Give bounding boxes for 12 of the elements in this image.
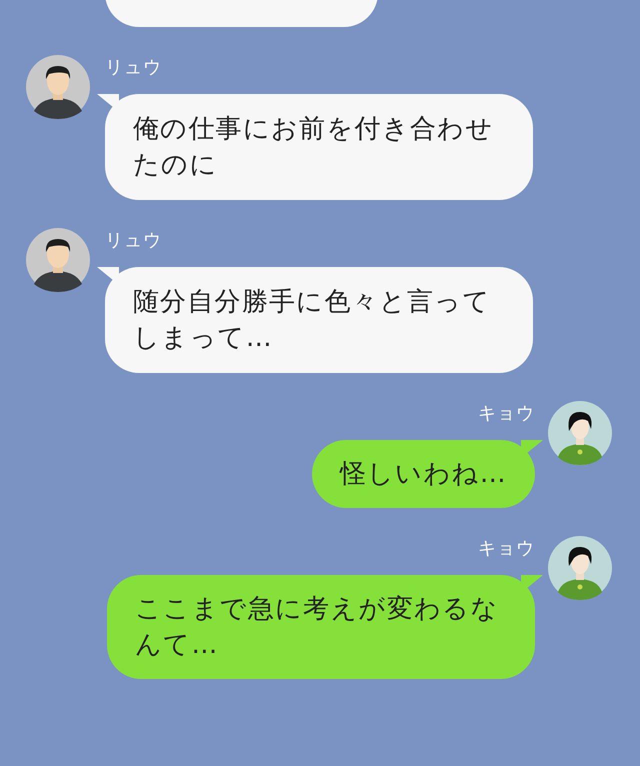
- avatar-icon[interactable]: [26, 228, 90, 292]
- avatar-icon[interactable]: [548, 401, 612, 465]
- avatar-icon[interactable]: [548, 536, 612, 600]
- message-bubble: 怪しいわね…: [312, 440, 535, 508]
- message-bubble: 随分自分勝手に色々と言ってしまって…: [105, 267, 533, 373]
- message-bubble: ここまで急に考えが変わるなんて…: [107, 575, 535, 679]
- avatar-icon[interactable]: [26, 55, 90, 119]
- sender-name: リュウ: [105, 230, 162, 252]
- sender-name: キョウ: [478, 538, 535, 560]
- sender-name: キョウ: [478, 403, 535, 425]
- message-bubble: 俺の仕事にお前を付き合わせたのに: [105, 94, 533, 200]
- sender-name: リュウ: [105, 57, 162, 79]
